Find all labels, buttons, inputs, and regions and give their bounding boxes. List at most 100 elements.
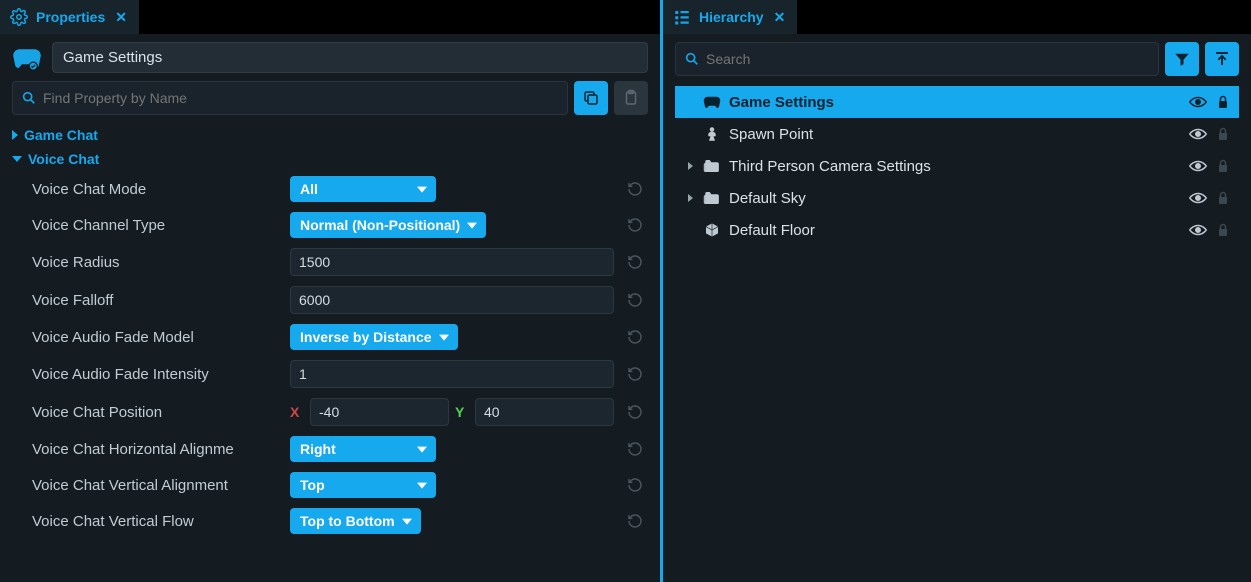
spawn-icon: [703, 125, 721, 143]
input-voice-falloff[interactable]: 6000: [290, 286, 614, 314]
label-voice-chat-position: Voice Chat Position: [12, 404, 282, 421]
hierarchy-panel: Hierarchy ✕ Game SettingsSpawn: [663, 0, 1251, 582]
dropdown-voice-h-align[interactable]: Right: [290, 436, 436, 462]
label-voice-radius: Voice Radius: [12, 254, 282, 271]
reset-button[interactable]: [622, 329, 648, 345]
folder-icon: [703, 190, 721, 206]
label-voice-fade-intensity: Voice Audio Fade Intensity: [12, 366, 282, 383]
axis-x-label: X: [290, 404, 304, 420]
property-search-input[interactable]: [37, 86, 559, 110]
input-voice-radius[interactable]: 1500: [290, 248, 614, 276]
hierarchy-node[interactable]: Default Sky: [675, 182, 1239, 214]
row-voice-v-flow: Voice Chat Vertical Flow Top to Bottom: [12, 503, 648, 539]
node-trailing: [1189, 159, 1229, 173]
filter-button[interactable]: [1165, 42, 1199, 76]
hierarchy-node[interactable]: Default Floor: [675, 214, 1239, 246]
cube-icon: [703, 222, 721, 238]
gamepad-icon: [703, 94, 721, 110]
expand-toggle[interactable]: [685, 194, 695, 202]
lock-icon[interactable]: [1217, 223, 1229, 237]
lock-icon[interactable]: [1217, 191, 1229, 205]
label-voice-falloff: Voice Falloff: [12, 292, 282, 309]
gamepad-icon: [12, 46, 42, 70]
node-trailing: [1189, 223, 1229, 237]
label-voice-fade-model: Voice Audio Fade Model: [12, 329, 282, 346]
section-game-chat-title: Game Chat: [24, 127, 98, 143]
properties-panel: Properties ✕ Game Settings: [0, 0, 663, 582]
gear-icon: [10, 8, 28, 26]
dropdown-voice-v-flow[interactable]: Top to Bottom: [290, 508, 421, 534]
hierarchy-node[interactable]: Third Person Camera Settings: [675, 150, 1239, 182]
collapse-all-button[interactable]: [1205, 42, 1239, 76]
hierarchy-tree: Game Settings Spawn Point Third Person Cam…: [675, 82, 1239, 246]
dropdown-voice-v-align[interactable]: Top: [290, 472, 436, 498]
reset-button[interactable]: [622, 366, 648, 382]
reset-button[interactable]: [622, 513, 648, 529]
tab-hierarchy-label: Hierarchy: [699, 9, 764, 25]
hierarchy-search[interactable]: [675, 42, 1159, 76]
reset-button[interactable]: [622, 404, 648, 420]
tab-properties-label: Properties: [36, 9, 105, 25]
section-game-chat[interactable]: Game Chat: [12, 123, 648, 147]
reset-button[interactable]: [622, 254, 648, 270]
hierarchy-tabstrip: Hierarchy ✕: [663, 0, 1251, 34]
reset-button[interactable]: [622, 477, 648, 493]
visibility-icon[interactable]: [1189, 159, 1207, 173]
reset-button[interactable]: [622, 292, 648, 308]
hierarchy-node-label: Default Floor: [729, 222, 1181, 239]
chevron-right-icon: [12, 130, 18, 140]
tab-hierarchy[interactable]: Hierarchy ✕: [663, 0, 797, 34]
row-voice-fade-model: Voice Audio Fade Model Inverse by Distan…: [12, 319, 648, 355]
search-icon: [684, 51, 700, 67]
hierarchy-node[interactable]: Spawn Point: [675, 118, 1239, 150]
label-voice-channel-type: Voice Channel Type: [12, 217, 282, 234]
input-voice-fade-intensity[interactable]: 1: [290, 360, 614, 388]
row-voice-v-align: Voice Chat Vertical Alignment Top: [12, 467, 648, 503]
node-trailing: [1189, 127, 1229, 141]
reset-button[interactable]: [622, 181, 648, 197]
visibility-icon[interactable]: [1189, 127, 1207, 141]
reset-button[interactable]: [622, 441, 648, 457]
visibility-icon[interactable]: [1189, 223, 1207, 237]
row-voice-chat-mode: Voice Chat Mode All: [12, 171, 648, 207]
section-voice-chat-title: Voice Chat: [28, 151, 99, 167]
object-name-field[interactable]: Game Settings: [52, 42, 648, 73]
row-voice-chat-position: Voice Chat Position X -40 Y 40: [12, 393, 648, 431]
hierarchy-node[interactable]: Game Settings: [675, 86, 1239, 118]
row-voice-channel-type: Voice Channel Type Normal (Non-Positiona…: [12, 207, 648, 243]
visibility-icon[interactable]: [1189, 95, 1207, 109]
row-voice-radius: Voice Radius 1500: [12, 243, 648, 281]
property-search[interactable]: [12, 81, 568, 115]
label-voice-h-align: Voice Chat Horizontal Alignme: [12, 441, 282, 458]
properties-tabstrip: Properties ✕: [0, 0, 660, 34]
expand-toggle[interactable]: [685, 162, 695, 170]
label-voice-v-align: Voice Chat Vertical Alignment: [12, 477, 282, 494]
paste-button[interactable]: [614, 81, 648, 115]
node-trailing: [1189, 191, 1229, 205]
tab-properties[interactable]: Properties ✕: [0, 0, 139, 34]
hierarchy-node-label: Default Sky: [729, 190, 1181, 207]
lock-icon[interactable]: [1217, 95, 1229, 109]
hierarchy-node-label: Third Person Camera Settings: [729, 158, 1181, 175]
label-voice-chat-mode: Voice Chat Mode: [12, 181, 282, 198]
hierarchy-node-label: Spawn Point: [729, 126, 1181, 143]
section-voice-chat[interactable]: Voice Chat: [12, 147, 648, 171]
hierarchy-search-input[interactable]: [700, 45, 1150, 73]
row-voice-h-align: Voice Chat Horizontal Alignme Right: [12, 431, 648, 467]
close-icon[interactable]: ✕: [772, 9, 788, 26]
dropdown-voice-fade-model[interactable]: Inverse by Distance: [290, 324, 458, 350]
row-voice-fade-intensity: Voice Audio Fade Intensity 1: [12, 355, 648, 393]
lock-icon[interactable]: [1217, 159, 1229, 173]
node-trailing: [1189, 95, 1229, 109]
copy-button[interactable]: [574, 81, 608, 115]
close-icon[interactable]: ✕: [113, 9, 129, 26]
chevron-down-icon: [12, 156, 22, 162]
lock-icon[interactable]: [1217, 127, 1229, 141]
label-voice-v-flow: Voice Chat Vertical Flow: [12, 513, 282, 530]
input-voice-position-y[interactable]: 40: [475, 398, 614, 426]
dropdown-voice-chat-mode[interactable]: All: [290, 176, 436, 202]
reset-button[interactable]: [622, 217, 648, 233]
input-voice-position-x[interactable]: -40: [310, 398, 449, 426]
visibility-icon[interactable]: [1189, 191, 1207, 205]
dropdown-voice-channel-type[interactable]: Normal (Non-Positional): [290, 212, 486, 238]
